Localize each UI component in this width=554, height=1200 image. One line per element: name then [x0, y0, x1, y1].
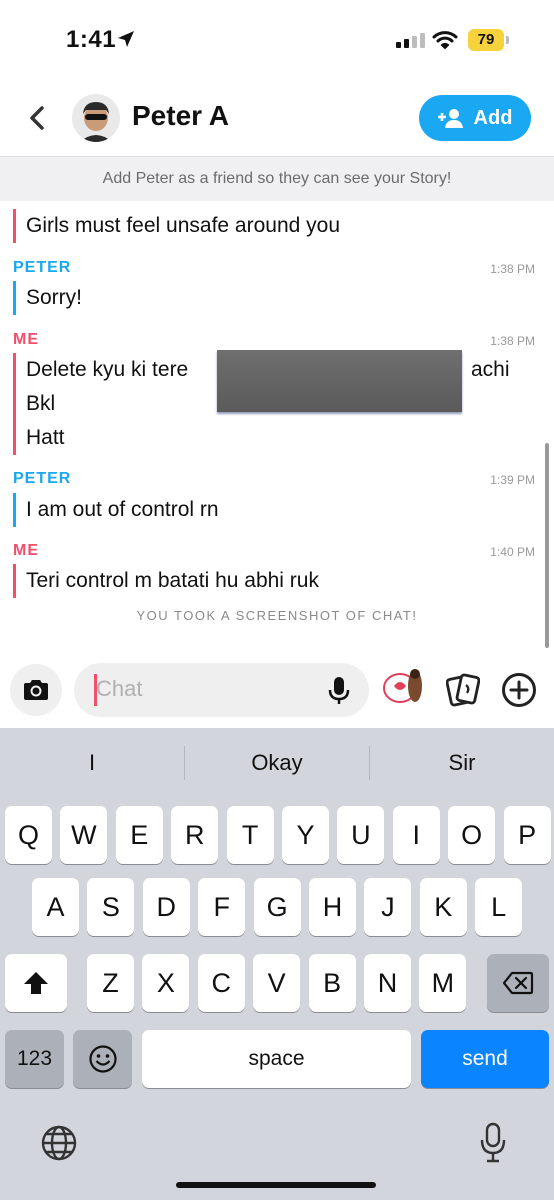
camera-button[interactable]: [10, 664, 62, 716]
letter-key[interactable]: J: [364, 878, 412, 936]
suggestion-item[interactable]: I: [0, 750, 184, 776]
backspace-key[interactable]: [487, 954, 549, 1012]
cards-icon[interactable]: [446, 672, 480, 708]
letter-key[interactable]: S: [87, 878, 135, 936]
letter-key[interactable]: C: [197, 954, 245, 1012]
letter-key[interactable]: T: [226, 806, 274, 864]
letter-key[interactable]: K: [419, 878, 467, 936]
letter-key[interactable]: U: [337, 806, 385, 864]
battery-tip: [506, 36, 509, 44]
message-line: Girls must feel unsafe around you: [13, 209, 340, 243]
redaction-box: [217, 350, 462, 412]
message-line: Hatt: [13, 421, 65, 455]
emoji-key[interactable]: [73, 1030, 132, 1088]
letter-key[interactable]: Z: [87, 954, 134, 1012]
message-time: 1:40 PM: [490, 545, 535, 559]
letter-key[interactable]: Q: [5, 806, 52, 864]
add-friend-label: Add: [473, 106, 513, 129]
contact-name[interactable]: Peter A: [132, 100, 229, 132]
message-time: 1:38 PM: [490, 262, 535, 276]
camera-icon: [24, 680, 48, 700]
letter-key[interactable]: Y: [282, 806, 329, 864]
sender-label: PETER: [13, 470, 72, 487]
space-key[interactable]: space: [142, 1030, 411, 1088]
add-friend-banner[interactable]: Add Peter as a friend so they can see yo…: [0, 156, 554, 201]
signal-icon: [396, 33, 425, 48]
letter-key[interactable]: M: [419, 954, 467, 1012]
letter-key[interactable]: H: [309, 878, 356, 936]
letter-key[interactable]: F: [198, 878, 246, 936]
sender-label: PETER: [13, 259, 72, 276]
dictation-icon[interactable]: [480, 1122, 506, 1164]
add-friend-icon: [437, 109, 463, 128]
letter-key[interactable]: I: [392, 806, 440, 864]
letter-key[interactable]: L: [475, 878, 523, 936]
chat-messages[interactable]: – – – – Girls must feel unsafe around yo…: [0, 200, 554, 652]
emoji-icon: [88, 1045, 117, 1073]
letter-key[interactable]: G: [253, 878, 301, 936]
letter-key[interactable]: E: [115, 806, 163, 864]
message-line: Sorry!: [13, 281, 82, 315]
screenshot-notice: YOU TOOK A SCREENSHOT OF CHAT!: [136, 608, 418, 623]
wifi-icon: [432, 31, 458, 50]
numbers-key[interactable]: 123: [5, 1030, 64, 1088]
chat-placeholder: Chat: [96, 676, 143, 701]
letter-key[interactable]: W: [60, 806, 108, 864]
status-bar: 1:41 79: [0, 0, 554, 80]
message-text-tail: achi: [471, 358, 510, 381]
message-time: 1:38 PM: [490, 334, 535, 348]
home-indicator: [176, 1182, 376, 1188]
battery-indicator: 79: [468, 29, 504, 51]
microphone-icon[interactable]: [328, 676, 350, 706]
shift-key[interactable]: [5, 954, 67, 1012]
backspace-icon: [502, 971, 534, 995]
shift-icon: [24, 972, 48, 994]
letter-key[interactable]: V: [253, 954, 301, 1012]
suggestion-item[interactable]: Okay: [185, 750, 369, 776]
letter-key[interactable]: A: [32, 878, 79, 936]
suggestion-bar: I Okay Sir: [0, 728, 554, 798]
letter-key[interactable]: R: [171, 806, 219, 864]
letter-key[interactable]: B: [308, 954, 356, 1012]
plus-icon[interactable]: [501, 672, 537, 708]
message-line: Teri control m batati hu abhi ruk: [13, 564, 319, 598]
back-chevron-icon[interactable]: [24, 104, 52, 132]
sticker-icon[interactable]: [382, 664, 428, 710]
message-text: Delete kyu ki tere: [26, 358, 189, 381]
letter-key[interactable]: X: [142, 954, 190, 1012]
globe-icon[interactable]: [40, 1124, 78, 1162]
chat-scrollbar[interactable]: [545, 443, 549, 648]
letter-key[interactable]: N: [364, 954, 411, 1012]
sender-label: ME: [13, 542, 39, 559]
send-key[interactable]: send: [421, 1030, 549, 1088]
status-time: 1:41: [66, 26, 117, 53]
message-line: I am out of control rn: [13, 493, 219, 527]
avatar[interactable]: [72, 94, 120, 142]
letter-key[interactable]: P: [503, 806, 551, 864]
message-line: Bkl: [13, 387, 55, 421]
message-time: 1:39 PM: [490, 473, 535, 487]
location-arrow-icon: [118, 31, 134, 47]
suggestion-item[interactable]: Sir: [370, 750, 554, 776]
add-friend-button[interactable]: Add: [419, 95, 531, 141]
sender-label: ME: [13, 331, 39, 348]
letter-key[interactable]: D: [142, 878, 190, 936]
letter-key[interactable]: O: [448, 806, 496, 864]
